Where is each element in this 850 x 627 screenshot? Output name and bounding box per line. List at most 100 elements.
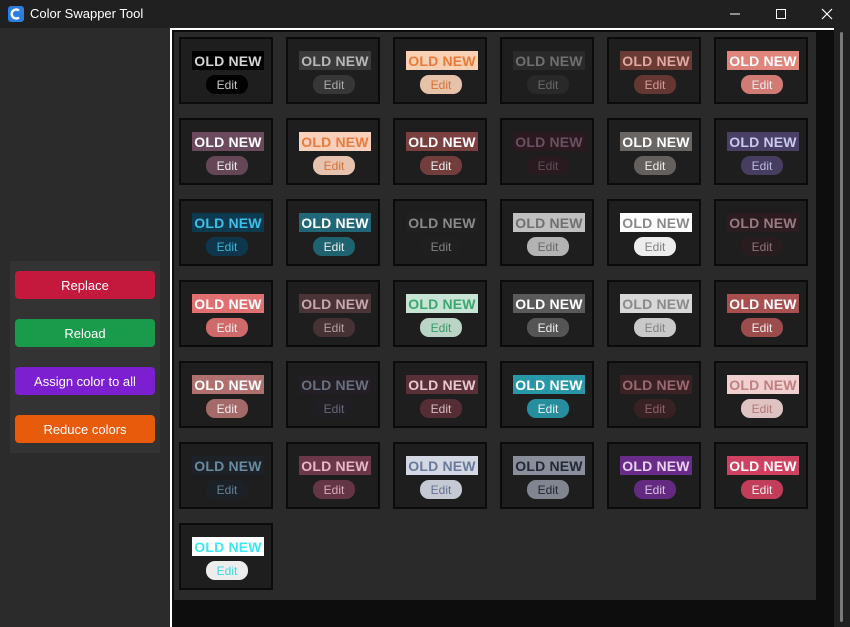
edit-button[interactable]: Edit: [527, 480, 569, 499]
edit-button[interactable]: Edit: [527, 318, 569, 337]
reduce-colors-button[interactable]: Reduce colors: [15, 415, 155, 443]
new-label: NEW: [335, 214, 369, 231]
scrollbar-thumb[interactable]: [840, 32, 843, 622]
old-label: OLD: [622, 295, 653, 312]
old-new-swatch: OLD NEW: [299, 456, 371, 475]
color-card: OLD NEW Edit: [714, 361, 808, 428]
new-label: NEW: [763, 457, 797, 474]
new-label: NEW: [549, 295, 583, 312]
vertical-scrollbar[interactable]: [834, 28, 850, 627]
color-card: OLD NEW Edit: [393, 280, 487, 347]
old-label: OLD: [515, 133, 546, 150]
edit-button[interactable]: Edit: [634, 480, 676, 499]
edit-button[interactable]: Edit: [206, 561, 248, 580]
color-grid-frame: OLD NEW Edit OLD NEW Edit OLD NEW Edit OLD NEW Edit…: [170, 28, 834, 627]
edit-button[interactable]: Edit: [420, 75, 462, 94]
color-card: OLD NEW Edit: [286, 442, 380, 509]
old-label: OLD: [301, 457, 332, 474]
new-label: NEW: [228, 457, 262, 474]
edit-button[interactable]: Edit: [634, 399, 676, 418]
edit-button[interactable]: Edit: [741, 480, 783, 499]
edit-button[interactable]: Edit: [420, 156, 462, 175]
old-label: OLD: [194, 538, 225, 555]
old-label: OLD: [515, 457, 546, 474]
color-card: OLD NEW Edit: [179, 118, 273, 185]
old-new-swatch: OLD NEW: [513, 51, 585, 70]
edit-button[interactable]: Edit: [206, 399, 248, 418]
old-label: OLD: [194, 133, 225, 150]
edit-button[interactable]: Edit: [527, 156, 569, 175]
old-label: OLD: [301, 214, 332, 231]
edit-button[interactable]: Edit: [420, 480, 462, 499]
new-label: NEW: [763, 376, 797, 393]
new-label: NEW: [228, 295, 262, 312]
color-card: OLD NEW Edit: [286, 118, 380, 185]
old-label: OLD: [729, 457, 760, 474]
color-card: OLD NEW Edit: [179, 442, 273, 509]
edit-button[interactable]: Edit: [313, 75, 355, 94]
color-card: OLD NEW Edit: [500, 361, 594, 428]
minimize-button[interactable]: [712, 0, 758, 28]
color-card: OLD NEW Edit: [607, 280, 701, 347]
replace-button[interactable]: Replace: [15, 271, 155, 299]
old-new-swatch: OLD NEW: [192, 375, 264, 394]
new-label: NEW: [656, 52, 690, 69]
new-label: NEW: [335, 52, 369, 69]
new-label: NEW: [442, 52, 476, 69]
color-card: OLD NEW Edit: [607, 361, 701, 428]
old-label: OLD: [729, 52, 760, 69]
edit-button[interactable]: Edit: [741, 237, 783, 256]
edit-button[interactable]: Edit: [206, 156, 248, 175]
color-card: OLD NEW Edit: [393, 37, 487, 104]
edit-button[interactable]: Edit: [206, 480, 248, 499]
edit-button[interactable]: Edit: [634, 75, 676, 94]
old-new-swatch: OLD NEW: [192, 537, 264, 556]
old-label: OLD: [515, 52, 546, 69]
edit-button[interactable]: Edit: [420, 399, 462, 418]
reload-button[interactable]: Reload: [15, 319, 155, 347]
old-new-swatch: OLD NEW: [299, 51, 371, 70]
edit-button[interactable]: Edit: [313, 399, 355, 418]
old-label: OLD: [408, 376, 439, 393]
maximize-button[interactable]: [758, 0, 804, 28]
color-card: OLD NEW Edit: [393, 361, 487, 428]
old-new-swatch: OLD NEW: [299, 294, 371, 313]
old-new-swatch: OLD NEW: [406, 132, 478, 151]
edit-button[interactable]: Edit: [741, 318, 783, 337]
old-new-swatch: OLD NEW: [192, 132, 264, 151]
edit-button[interactable]: Edit: [741, 156, 783, 175]
color-card: OLD NEW Edit: [714, 442, 808, 509]
old-new-swatch: OLD NEW: [513, 132, 585, 151]
color-card: OLD NEW Edit: [393, 442, 487, 509]
edit-button[interactable]: Edit: [420, 237, 462, 256]
old-label: OLD: [408, 295, 439, 312]
edit-button[interactable]: Edit: [313, 237, 355, 256]
edit-button[interactable]: Edit: [206, 75, 248, 94]
old-new-swatch: OLD NEW: [620, 132, 692, 151]
edit-button[interactable]: Edit: [741, 399, 783, 418]
edit-button[interactable]: Edit: [527, 75, 569, 94]
old-new-swatch: OLD NEW: [727, 213, 799, 232]
old-new-swatch: OLD NEW: [727, 456, 799, 475]
new-label: NEW: [549, 52, 583, 69]
edit-button[interactable]: Edit: [420, 318, 462, 337]
edit-button[interactable]: Edit: [527, 399, 569, 418]
edit-button[interactable]: Edit: [527, 237, 569, 256]
old-label: OLD: [194, 52, 225, 69]
edit-button[interactable]: Edit: [634, 156, 676, 175]
edit-button[interactable]: Edit: [741, 75, 783, 94]
old-new-swatch: OLD NEW: [406, 456, 478, 475]
assign-color-to-all-button[interactable]: Assign color to all: [15, 367, 155, 395]
edit-button[interactable]: Edit: [634, 318, 676, 337]
edit-button[interactable]: Edit: [206, 237, 248, 256]
color-card: OLD NEW Edit: [607, 118, 701, 185]
edit-button[interactable]: Edit: [313, 318, 355, 337]
edit-button[interactable]: Edit: [206, 318, 248, 337]
edit-button[interactable]: Edit: [313, 480, 355, 499]
old-label: OLD: [729, 133, 760, 150]
edit-button[interactable]: Edit: [634, 237, 676, 256]
edit-button[interactable]: Edit: [313, 156, 355, 175]
old-new-swatch: OLD NEW: [406, 51, 478, 70]
close-button[interactable]: [804, 0, 850, 28]
old-new-swatch: OLD NEW: [513, 375, 585, 394]
